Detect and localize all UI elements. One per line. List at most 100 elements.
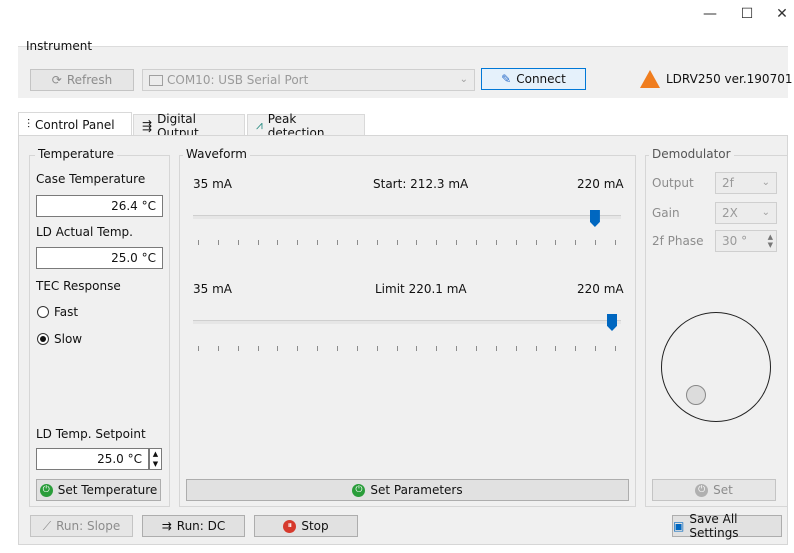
gain-select[interactable]: 2X ⌄	[715, 202, 777, 224]
save-all-settings-button[interactable]: ▣ Save All Settings	[672, 512, 782, 540]
slider-tick	[615, 240, 616, 245]
slider-tick	[396, 240, 398, 245]
save-icon: ▣	[673, 519, 685, 533]
chevron-down-icon: ⌄	[459, 74, 468, 85]
slider-tick	[297, 240, 299, 245]
waveform-group	[179, 155, 636, 507]
output-label: Output	[652, 176, 694, 190]
fast-radio[interactable]	[37, 306, 49, 318]
set-temperature-button[interactable]: ⏻ Set Temperature	[36, 479, 161, 501]
ld-setpoint-input[interactable]: 25.0 °C	[36, 448, 149, 470]
maximize-button[interactable]: ☐	[733, 4, 761, 24]
slider-tick	[515, 346, 517, 351]
slider-tick	[217, 346, 219, 351]
demodulator-set-button[interactable]: ⏻ Set	[652, 479, 776, 501]
instrument-label: Instrument	[26, 39, 93, 53]
demodulator-label: Demodulator	[649, 147, 734, 161]
setpoint-spinner[interactable]: ▲ ▼	[149, 448, 162, 470]
slider-tick	[595, 346, 597, 351]
ld-actual-temp-label: LD Actual Temp.	[36, 225, 133, 239]
port-select[interactable]: COM10: USB Serial Port ⌄	[142, 69, 475, 91]
sliders-icon: ⫶	[27, 117, 31, 131]
output-select[interactable]: 2f ⌄	[715, 172, 777, 194]
chevron-down-icon: ⌄	[761, 207, 770, 218]
knob-indicator	[686, 385, 706, 405]
run-slope-button[interactable]: ⟋ Run: Slope	[30, 515, 133, 537]
dc-icon: ⇉	[161, 519, 172, 533]
slider-tick	[396, 346, 398, 351]
waveform-label: Waveform	[183, 147, 250, 161]
start-slider-track[interactable]	[193, 215, 621, 219]
slider-tick	[198, 346, 199, 351]
slider-tick	[237, 346, 239, 351]
limit-slider-ticks	[198, 346, 616, 352]
slider-tick	[376, 346, 378, 351]
close-button[interactable]: ✕	[768, 4, 794, 24]
slider-tick	[356, 240, 358, 245]
refresh-button[interactable]: ⟳ Refresh	[30, 69, 134, 91]
tab-control-panel[interactable]: ⫶ Control Panel	[18, 112, 132, 136]
slope-icon: ⟋	[42, 518, 52, 533]
start-readout: Start: 212.3 mA	[373, 177, 469, 191]
slider-tick	[198, 240, 199, 245]
slider-tick	[476, 346, 477, 351]
port-icon	[149, 75, 163, 86]
connect-icon: ✎	[501, 72, 512, 86]
slider-tick	[237, 240, 239, 245]
slider-tick	[456, 346, 458, 351]
slider-tick	[436, 240, 438, 245]
slider-tick	[257, 346, 259, 351]
slider-tick	[555, 346, 557, 351]
limit-min-label: 35 mA	[193, 282, 232, 296]
slider-tick	[317, 346, 319, 351]
slider-tick	[416, 346, 418, 351]
slider-tick	[416, 240, 418, 245]
slider-tick	[595, 240, 597, 245]
phase-label: 2f Phase	[652, 234, 704, 248]
slider-tick	[376, 240, 378, 245]
slow-radio[interactable]	[37, 333, 49, 345]
slider-tick	[337, 346, 338, 351]
limit-max-label: 220 mA	[577, 282, 624, 296]
slider-tick	[337, 240, 338, 245]
slider-tick	[555, 240, 557, 245]
slider-tick	[257, 240, 259, 245]
phase-knob[interactable]	[661, 312, 771, 422]
limit-slider-track[interactable]	[193, 320, 621, 324]
slider-tick	[356, 346, 358, 351]
limit-readout: Limit 220.1 mA	[375, 282, 467, 296]
minimize-button[interactable]: —	[696, 4, 724, 24]
temperature-label: Temperature	[35, 147, 118, 161]
slider-tick	[277, 240, 279, 245]
start-min-label: 35 mA	[193, 177, 232, 191]
connect-button[interactable]: ✎ Connect	[481, 68, 586, 90]
run-dc-button[interactable]: ⇉ Run: DC	[142, 515, 245, 537]
power-icon: ⏻	[39, 483, 53, 497]
case-temperature-label: Case Temperature	[36, 172, 146, 186]
stop-icon: ⏸	[283, 519, 297, 533]
slider-tick	[297, 346, 299, 351]
phase-input[interactable]: 30 ° ▲ ▼	[715, 230, 777, 252]
tab-digital-output[interactable]: ⇶ Digital Output	[133, 112, 245, 140]
set-parameters-button[interactable]: ⏻ Set Parameters	[186, 479, 629, 501]
slider-tick	[495, 240, 497, 245]
slider-tick	[317, 240, 319, 245]
slider-tick	[535, 346, 537, 351]
stop-button[interactable]: ⏸ Stop	[254, 515, 358, 537]
ld-setpoint-label: LD Temp. Setpoint	[36, 427, 146, 441]
peak-icon: ⩘	[256, 118, 263, 132]
power-icon: ⏻	[695, 483, 709, 497]
device-info: LDRV250 ver.190701	[666, 72, 793, 86]
slider-tick	[476, 240, 477, 245]
power-icon: ⏻	[352, 483, 366, 497]
start-max-label: 220 mA	[577, 177, 624, 191]
gain-label: Gain	[652, 206, 680, 220]
slider-tick	[615, 346, 616, 351]
chevron-down-icon: ⌄	[761, 177, 770, 188]
slider-tick	[575, 346, 577, 351]
refresh-icon: ⟳	[51, 73, 62, 87]
slider-tick	[515, 240, 517, 245]
tec-response-label: TEC Response	[36, 279, 121, 293]
tab-peak-detection[interactable]: ⩘ Peak detection	[247, 112, 365, 140]
slider-tick	[535, 240, 537, 245]
